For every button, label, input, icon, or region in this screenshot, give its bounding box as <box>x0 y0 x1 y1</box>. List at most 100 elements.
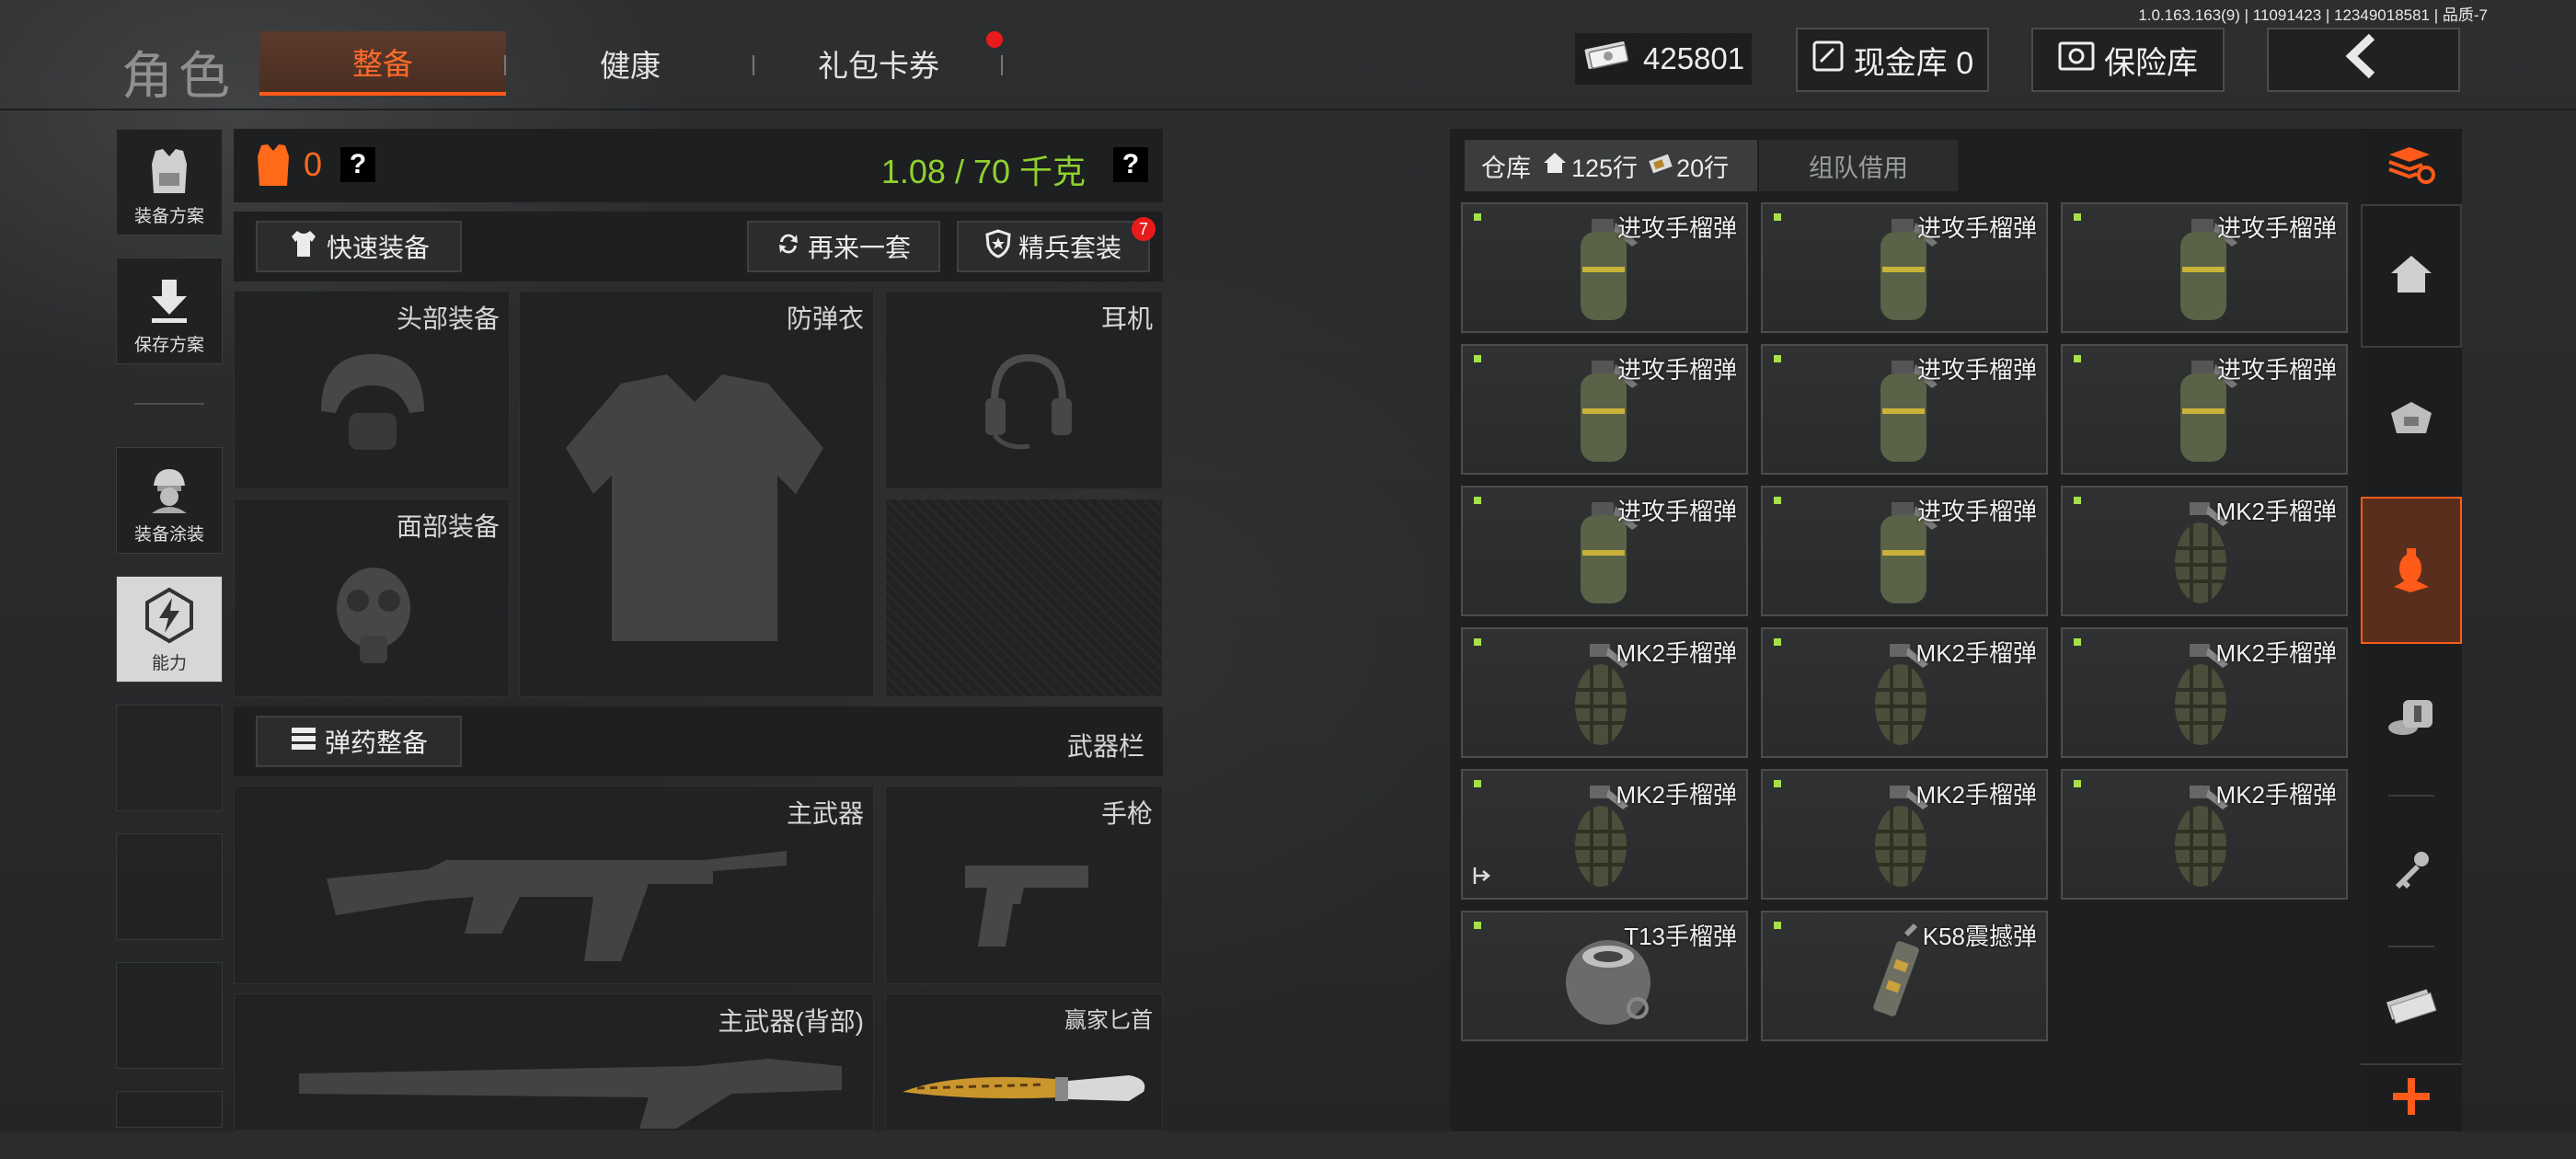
primary-back-label: 主武器(背部) <box>718 1007 864 1036</box>
inventory-item[interactable]: MK2手榴弹 <box>1461 769 1748 900</box>
quality-indicator <box>1474 638 1481 646</box>
empty-menu-slot <box>116 962 223 1069</box>
key-category-button[interactable] <box>2361 797 2462 946</box>
inventory-item[interactable]: MK2手榴弹 <box>1761 769 2048 900</box>
inventory-item[interactable]: MK2手榴弹 <box>1761 627 2048 758</box>
pistol-slot[interactable]: 手枪 <box>885 786 1163 984</box>
inventory-item[interactable]: 进攻手榴弹 <box>1761 202 2048 333</box>
save-plan-button[interactable]: 保存方案 <box>116 258 223 364</box>
home-button[interactable] <box>2361 204 2462 348</box>
download-icon <box>146 276 192 331</box>
primary-weapon-slot[interactable]: 主武器 <box>234 786 874 984</box>
inventory-item-name: MK2手榴弹 <box>1915 781 2037 809</box>
quality-indicator <box>2074 497 2081 504</box>
back-button[interactable] <box>2267 28 2460 92</box>
tab-health[interactable]: 健康 <box>515 31 745 96</box>
cash-vault-button[interactable]: 现金库 0 <box>1796 28 1989 92</box>
stack-refresh-button[interactable] <box>2361 129 2462 204</box>
tab-divider <box>753 55 754 75</box>
armor-slot[interactable]: 防弹衣 <box>519 291 874 697</box>
face-slot[interactable]: 面部装备 <box>234 499 510 697</box>
tab-equip-label: 整备 <box>352 47 413 81</box>
money-category-button[interactable] <box>2361 947 2462 1063</box>
elite-set-button[interactable]: 精兵套装 <box>957 221 1150 272</box>
menu-divider <box>134 403 204 405</box>
inventory-item[interactable]: MK2手榴弹 <box>2061 769 2348 900</box>
headset-slot[interactable]: 耳机 <box>885 291 1163 489</box>
empty-menu-slot <box>116 1091 223 1128</box>
inventory-item-name: 进攻手榴弹 <box>1616 214 1737 242</box>
head-slot-label: 头部装备 <box>396 304 500 333</box>
safe-button[interactable]: 保险库 <box>2031 28 2225 92</box>
save-plan-label: 保存方案 <box>133 336 204 355</box>
rifle-back-icon <box>299 1059 842 1129</box>
medical-category-button[interactable] <box>2361 644 2462 795</box>
quality-indicator <box>1474 922 1481 929</box>
inventory-item-name: T13手榴弹 <box>1624 923 1737 950</box>
refresh-icon <box>776 231 800 263</box>
inventory-item-name: MK2手榴弹 <box>1915 639 2037 667</box>
tab-equip[interactable]: 整备 <box>259 31 506 96</box>
inventory-item[interactable]: MK2手榴弹 <box>1461 627 1748 758</box>
equipment-skin-button[interactable]: 装备涂装 <box>116 447 223 554</box>
safe-label: 保险库 <box>2104 45 2198 81</box>
ammo-equip-label: 弹药整备 <box>324 729 428 757</box>
inventory-item[interactable]: MK2手榴弹 <box>2061 627 2348 758</box>
gear-category-button[interactable] <box>2361 348 2462 491</box>
lightning-icon <box>143 587 196 649</box>
money-value: 425801 <box>1643 41 1745 75</box>
inventory-item[interactable]: MK2手榴弹 <box>2061 486 2348 616</box>
add-button[interactable] <box>2361 1063 2462 1131</box>
inventory-item[interactable]: 进攻手榴弹 <box>1761 344 2048 475</box>
quality-indicator <box>1774 497 1781 504</box>
loadout-plan-label: 装备方案 <box>133 207 204 226</box>
inventory-item-name: 进攻手榴弹 <box>1616 356 1737 384</box>
headset-slot-label: 耳机 <box>1100 304 1153 333</box>
inventory-item[interactable]: 进攻手榴弹 <box>1461 344 1748 475</box>
quality-indicator <box>2074 638 2081 646</box>
home-icon <box>2388 253 2434 300</box>
inventory-item[interactable]: T13手榴弹 <box>1461 911 1748 1041</box>
loadout-plan-button[interactable]: 装备方案 <box>116 129 223 235</box>
inventory-item[interactable]: K58震撼弹 <box>1761 911 2048 1041</box>
elite-set-badge: 7 <box>1132 217 1156 241</box>
team-borrow-label: 组队借用 <box>1809 154 1908 182</box>
quality-indicator <box>2074 355 2081 362</box>
home-small-icon <box>1542 151 1568 181</box>
inventory-item-name: MK2手榴弹 <box>1616 781 1737 809</box>
tab-divider <box>504 55 506 75</box>
armor-slot-label: 防弹衣 <box>786 304 864 333</box>
primary-back-slot[interactable]: 主武器(背部) <box>234 993 874 1131</box>
inventory-item[interactable]: 进攻手榴弹 <box>2061 344 2348 475</box>
inventory-item-name: 进攻手榴弹 <box>1616 498 1737 525</box>
ammo-equip-button[interactable]: 弹药整备 <box>256 716 462 767</box>
flashbang-icon <box>1864 924 1928 1048</box>
inventory-item[interactable]: 进攻手榴弹 <box>1461 486 1748 616</box>
head-slot[interactable]: 头部装备 <box>234 291 510 489</box>
ability-button[interactable]: 能力 <box>116 576 223 683</box>
reequip-button[interactable]: 再来一套 <box>747 221 940 272</box>
quality-indicator <box>1774 355 1781 362</box>
warehouse-tab[interactable]: 仓库 125行 20行 <box>1465 140 1757 191</box>
tab-gift[interactable]: 礼包卡券 <box>764 31 994 96</box>
quality-indicator <box>1774 213 1781 221</box>
inventory-item[interactable]: 进攻手榴弹 <box>1761 486 2048 616</box>
header-divider <box>0 109 2576 110</box>
help-button[interactable]: ? <box>340 147 375 182</box>
quality-indicator <box>1474 497 1481 504</box>
inventory-item-name: MK2手榴弹 <box>2215 781 2337 809</box>
primary-weapon-label: 主武器 <box>786 799 864 828</box>
weight-help-button[interactable]: ? <box>1113 147 1148 182</box>
safe-icon <box>2058 40 2095 80</box>
grenade-category-button[interactable] <box>2361 497 2462 644</box>
inventory-item[interactable]: 进攻手榴弹 <box>2061 202 2348 333</box>
ammo-icon <box>290 725 317 759</box>
pistol-icon <box>965 866 1088 947</box>
knife-icon <box>903 1075 1145 1101</box>
knife-label: 赢家匕首 <box>1064 1008 1153 1033</box>
team-borrow-tab[interactable]: 组队借用 <box>1759 140 1958 191</box>
ticket-small-icon <box>1649 152 1673 180</box>
inventory-item[interactable]: 进攻手榴弹 <box>1461 202 1748 333</box>
quick-equip-button[interactable]: 快速装备 <box>256 221 462 272</box>
knife-slot[interactable]: 赢家匕首 <box>885 993 1163 1131</box>
